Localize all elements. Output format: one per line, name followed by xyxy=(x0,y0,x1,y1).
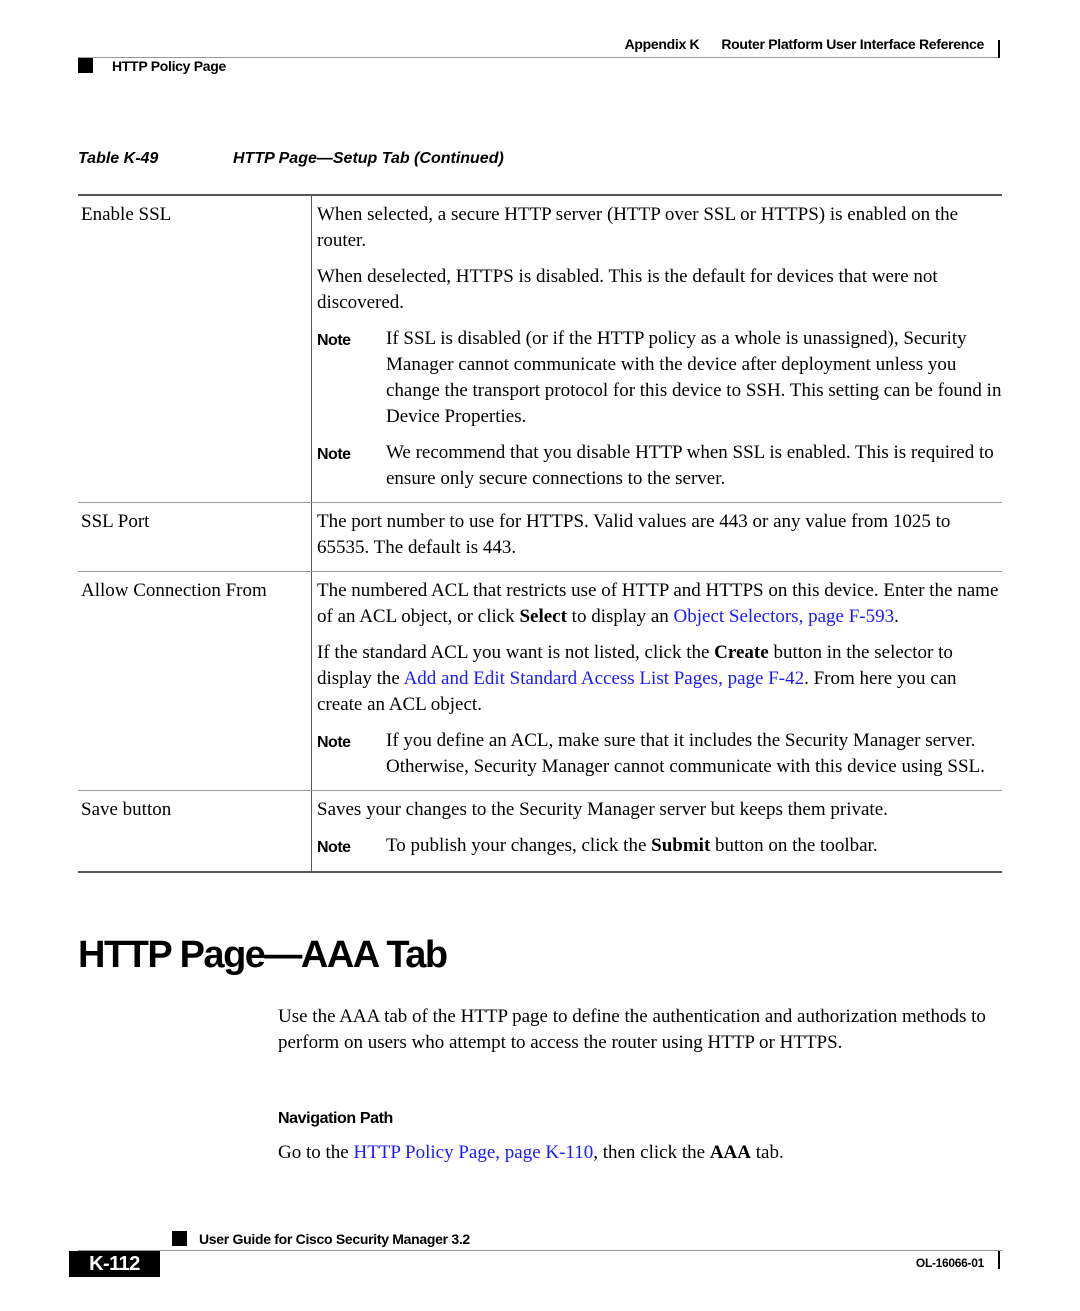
table-row: SSL Port The port number to use for HTTP… xyxy=(78,503,1002,572)
note-label: Note xyxy=(317,446,351,463)
text-run: tab. xyxy=(751,1142,784,1163)
note-label: Note xyxy=(317,734,351,751)
note-text: If you define an ACL, make sure that it … xyxy=(386,730,985,777)
header-square-marker xyxy=(78,58,93,73)
object-selectors-link[interactable]: Object Selectors, page F-593 xyxy=(674,606,895,627)
description-text: When deselected, HTTPS is disabled. This… xyxy=(317,266,938,313)
note-label: Note xyxy=(317,332,351,349)
http-policy-page-link[interactable]: HTTP Policy Page, page K-110 xyxy=(353,1142,593,1163)
description-text: The numbered ACL that restricts use of H… xyxy=(317,578,1002,630)
page-number: K-112 xyxy=(69,1251,160,1277)
description-text: If the standard ACL you want is not list… xyxy=(317,640,1002,718)
term-cell: Enable SSL xyxy=(81,204,172,225)
footer-square-marker xyxy=(172,1231,187,1246)
term-cell: SSL Port xyxy=(81,511,150,532)
description-text: When selected, a secure HTTP server (HTT… xyxy=(317,204,959,251)
text-run: Go to the xyxy=(278,1142,354,1163)
create-keyword: Create xyxy=(714,642,769,663)
note-label: Note xyxy=(317,839,351,856)
submit-keyword: Submit xyxy=(651,835,711,856)
term-cell: Allow Connection From xyxy=(81,580,267,601)
setup-tab-table: Enable SSL When selected, a secure HTTP … xyxy=(78,194,1002,873)
description-text: The port number to use for HTTPS. Valid … xyxy=(317,511,951,558)
note: Note To publish your changes, click the … xyxy=(317,833,1002,861)
document-number: OL-16066-01 xyxy=(915,1256,984,1270)
note: Note If SSL is disabled (or if the HTTP … xyxy=(317,326,1002,430)
text-run: , then click the xyxy=(593,1142,710,1163)
table-row: Enable SSL When selected, a secure HTTP … xyxy=(78,196,1002,503)
text-run: to display an xyxy=(566,606,674,627)
appendix-label: Appendix K xyxy=(624,36,700,52)
term-cell: Save button xyxy=(81,799,172,820)
select-keyword: Select xyxy=(519,606,567,627)
chapter-title: Router Platform User Interface Reference xyxy=(721,36,984,52)
navigation-path-heading: Navigation Path xyxy=(278,1110,393,1127)
table-number: Table K-49 xyxy=(78,150,159,167)
footer-rule xyxy=(78,1250,1002,1251)
table-row: Save button Saves your changes to the Se… xyxy=(78,791,1002,871)
table-row: Allow Connection From The numbered ACL t… xyxy=(78,572,1002,791)
note-text: If SSL is disabled (or if the HTTP polic… xyxy=(386,328,1002,427)
table-title: HTTP Page—Setup Tab (Continued) xyxy=(233,150,504,167)
aaa-keyword: AAA xyxy=(709,1142,751,1163)
note: Note We recommend that you disable HTTP … xyxy=(317,440,1002,492)
navigation-path-text: Go to the HTTP Policy Page, page K-110, … xyxy=(278,1140,1008,1166)
table-caption: Table K-49 HTTP Page—Setup Tab (Continue… xyxy=(78,150,504,168)
note-text: To publish your changes, click the Submi… xyxy=(386,833,1002,861)
section-intro: Use the AAA tab of the HTTP page to defi… xyxy=(278,1006,986,1053)
section-header: HTTP Policy Page xyxy=(112,58,226,74)
section-heading: HTTP Page—AAA Tab xyxy=(78,934,448,976)
guide-title: User Guide for Cisco Security Manager 3.… xyxy=(199,1231,470,1247)
header-bar-marker xyxy=(998,40,1000,58)
text-run: To publish your changes, click the xyxy=(386,835,652,856)
description-cell: When selected, a secure HTTP server (HTT… xyxy=(311,196,1002,502)
text-run: button on the toolbar. xyxy=(710,835,878,856)
text-run: . xyxy=(894,606,899,627)
text-run: If the standard ACL you want is not list… xyxy=(317,642,715,663)
description-cell: Saves your changes to the Security Manag… xyxy=(311,791,1002,871)
note: Note If you define an ACL, make sure tha… xyxy=(317,728,1002,780)
note-text: We recommend that you disable HTTP when … xyxy=(386,442,994,489)
description-cell: The numbered ACL that restricts use of H… xyxy=(311,572,1002,790)
standard-access-list-link[interactable]: Add and Edit Standard Access List Pages,… xyxy=(404,668,805,689)
description-cell: The port number to use for HTTPS. Valid … xyxy=(311,503,1002,571)
description-text: Saves your changes to the Security Manag… xyxy=(317,799,888,820)
footer-bar-marker xyxy=(998,1251,1000,1269)
running-header: Appendix K Router Platform User Interface… xyxy=(624,36,985,52)
